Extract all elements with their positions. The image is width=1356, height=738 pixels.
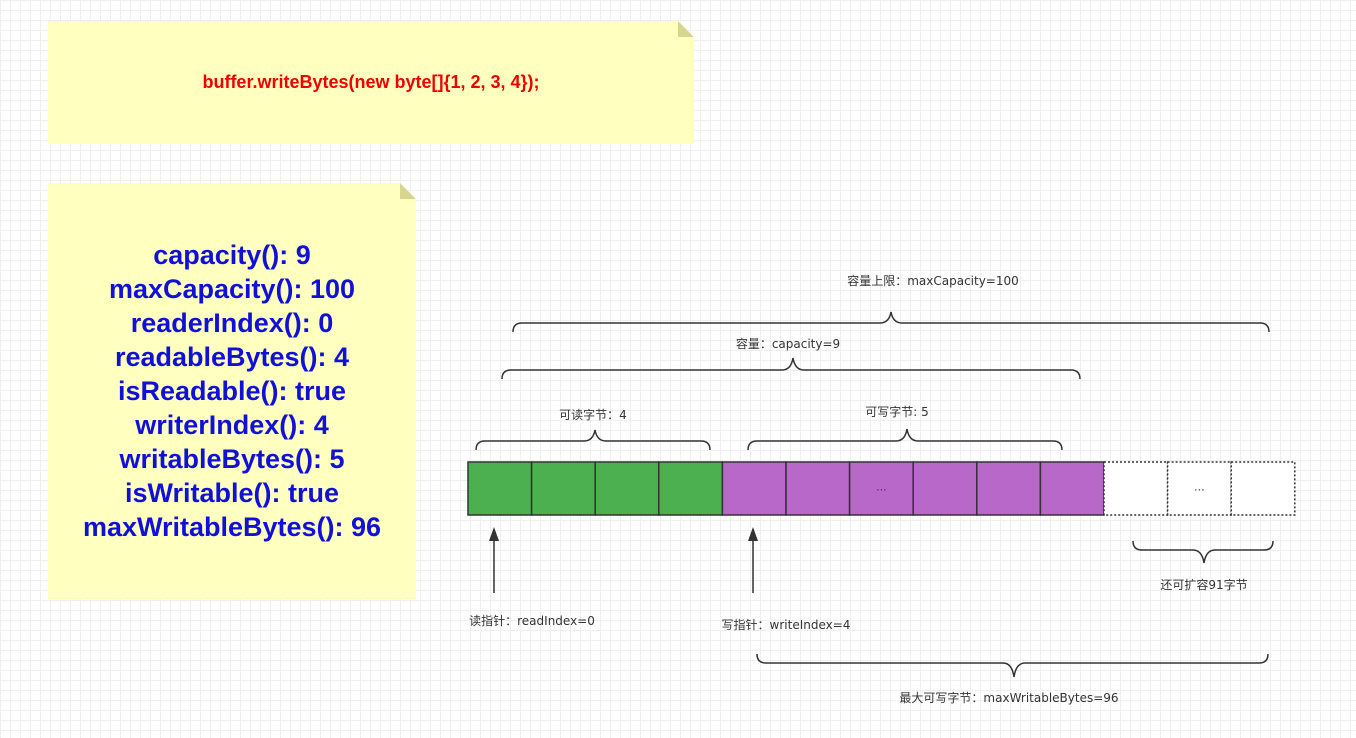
- capacity-brace: [501, 357, 1081, 380]
- writable-bytes-label: 可写字节: 5: [865, 404, 929, 419]
- buffer-cell-readable: [658, 461, 724, 516]
- buffer-cell-ellipsis: ...: [876, 481, 887, 494]
- buffer-cell-writable: [976, 461, 1042, 516]
- buffer-cell-writable: [1039, 461, 1105, 516]
- readable-bytes-brace: [475, 429, 711, 451]
- expandable-brace: [1132, 540, 1274, 564]
- buffer-cell-expandable: [1230, 461, 1296, 516]
- buffer-cell-readable: [467, 461, 533, 516]
- expandable-label: 还可扩容91字节: [1160, 577, 1247, 592]
- read-pointer-arrowhead: [489, 527, 499, 541]
- buffer-cells: ......: [467, 461, 1296, 516]
- buffer-cell-ellipsis: ...: [1194, 481, 1205, 494]
- max-capacity-brace: [512, 311, 1270, 333]
- capacity-label: 容量：capacity=9: [736, 336, 840, 351]
- max-writable-label: 最大可写字节：maxWritableBytes=96: [899, 690, 1118, 705]
- buffer-cell-writable: [785, 461, 851, 516]
- buffer-cell-writable: [721, 461, 787, 516]
- buffer-cell-expandable: [1103, 461, 1169, 516]
- buffer-cell-readable: [594, 461, 660, 516]
- max-capacity-label: 容量上限：maxCapacity=100: [847, 273, 1019, 288]
- buffer-cell-writable: [912, 461, 978, 516]
- max-writable-brace: [756, 653, 1269, 678]
- write-pointer-arrowhead: [748, 527, 758, 541]
- writable-bytes-brace: [747, 428, 1063, 451]
- buffer-cell-readable: [530, 461, 596, 516]
- readable-bytes-label: 可读字节：4: [559, 407, 627, 422]
- buffer-diagram: 容量上限：maxCapacity=100 容量：capacity=9 可读字节：…: [467, 273, 1296, 705]
- write-pointer-label: 写指针：writeIndex=4: [722, 617, 851, 632]
- read-pointer-label: 读指针：readIndex=0: [469, 613, 595, 628]
